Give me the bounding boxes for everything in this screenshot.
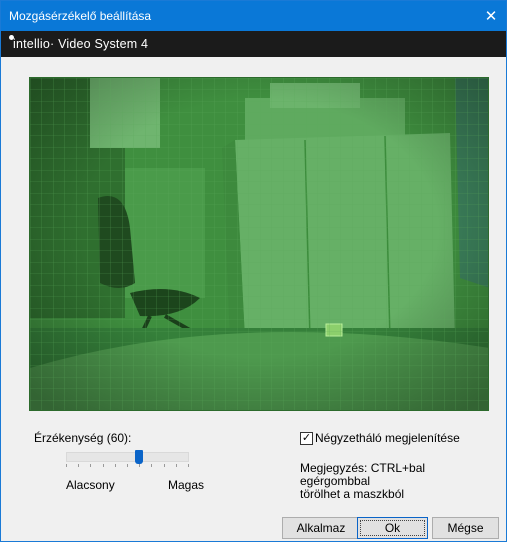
slider-tick [90, 464, 91, 467]
slider-ticks [66, 464, 189, 469]
slider-tick [127, 464, 128, 467]
slider-tick [115, 464, 116, 467]
slider-track[interactable] [66, 452, 189, 462]
slider-tick [164, 464, 165, 467]
mask-note: Megjegyzés: CTRL+bal egérgombbal törölhe… [300, 461, 426, 501]
dialog-body: Érzékenység (60): Alacsony Magas ✓ Négyz… [1, 57, 506, 541]
slider-tick [151, 464, 152, 467]
window-title: Mozgásérzékelő beállítása [9, 9, 152, 23]
sensitivity-label: Érzékenység (60): [34, 431, 132, 445]
sensitivity-slider[interactable] [66, 450, 189, 470]
slider-tick [103, 464, 104, 467]
title-bar: Mozgásérzékelő beállítása ✕ [1, 1, 506, 31]
apply-button[interactable]: Alkalmaz [282, 517, 360, 539]
camera-mask-view[interactable] [29, 77, 489, 411]
brand-name: intellio· Video System 4 [13, 37, 149, 51]
sensitivity-high-label: Magas [168, 478, 205, 492]
slider-thumb[interactable] [135, 450, 143, 464]
motion-detection-settings-window: Mozgásérzékelő beállítása ✕ intellio· Vi… [0, 0, 507, 542]
sensitivity-low-label: Alacsony [66, 478, 115, 492]
slider-tick [66, 464, 67, 467]
show-grid-label[interactable]: Négyzetháló megjelenítése [315, 431, 460, 445]
checkmark-icon[interactable]: ✓ [300, 431, 313, 445]
show-grid-checkbox[interactable]: ✓ Négyzetháló megjelenítése [300, 431, 460, 445]
cancel-button[interactable]: Mégse [432, 517, 499, 539]
slider-tick [176, 464, 177, 467]
ok-button[interactable]: Ok [357, 517, 428, 539]
slider-tick [78, 464, 79, 467]
button-bar: Alkalmaz Ok Mégse [1, 517, 506, 541]
camera-image [30, 78, 488, 410]
slider-tick [139, 464, 140, 467]
close-icon[interactable]: ✕ [476, 1, 506, 31]
slider-tick [188, 464, 189, 467]
brand-bar: intellio· Video System 4 [1, 31, 506, 57]
